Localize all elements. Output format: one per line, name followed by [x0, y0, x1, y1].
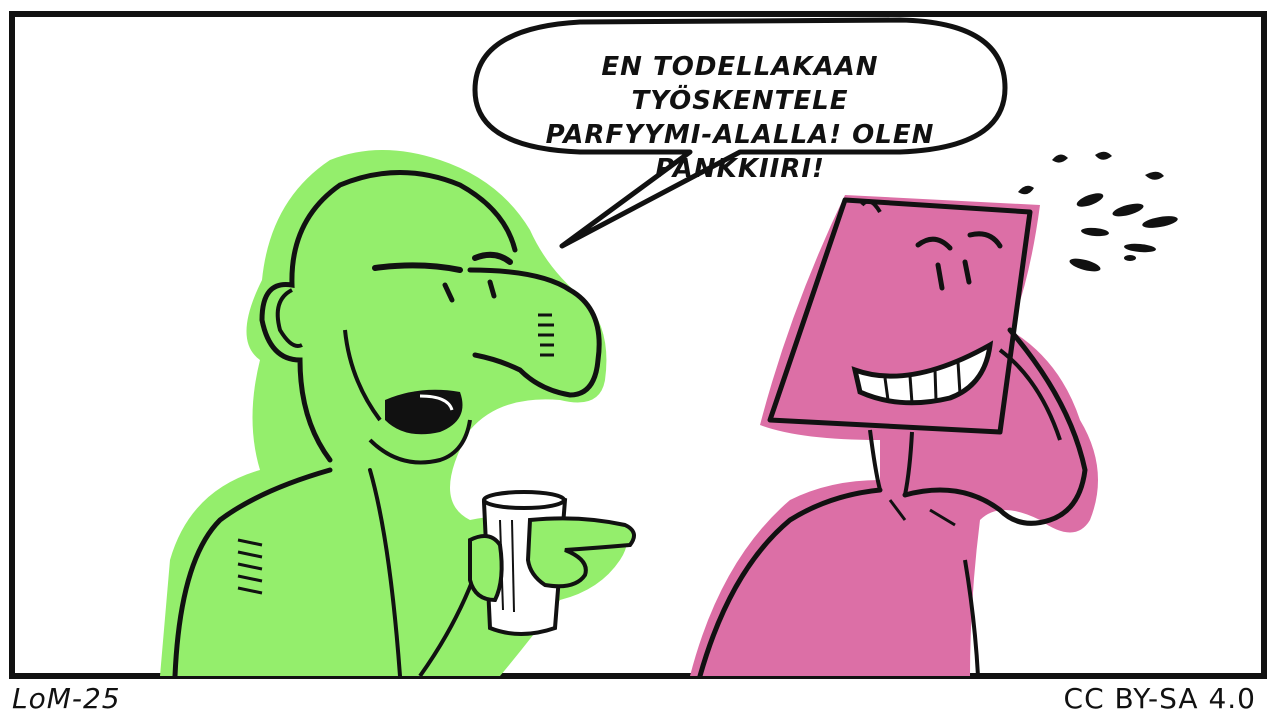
- comic-page: EN TODELLAKAAN TYÖSKENTELE PARFYYMI-ALAL…: [0, 0, 1280, 720]
- artist-signature: LoM-25: [12, 682, 121, 715]
- speech-line-2: PARFYYMI-ALALLA! OLEN PANKKIIRI!: [545, 120, 935, 184]
- license-label: CC BY-SA 4.0: [1063, 682, 1256, 715]
- speech-line-1: EN TODELLAKAAN TYÖSKENTELE: [601, 52, 879, 116]
- speech-bubble-text: EN TODELLAKAAN TYÖSKENTELE PARFYYMI-ALAL…: [488, 50, 992, 186]
